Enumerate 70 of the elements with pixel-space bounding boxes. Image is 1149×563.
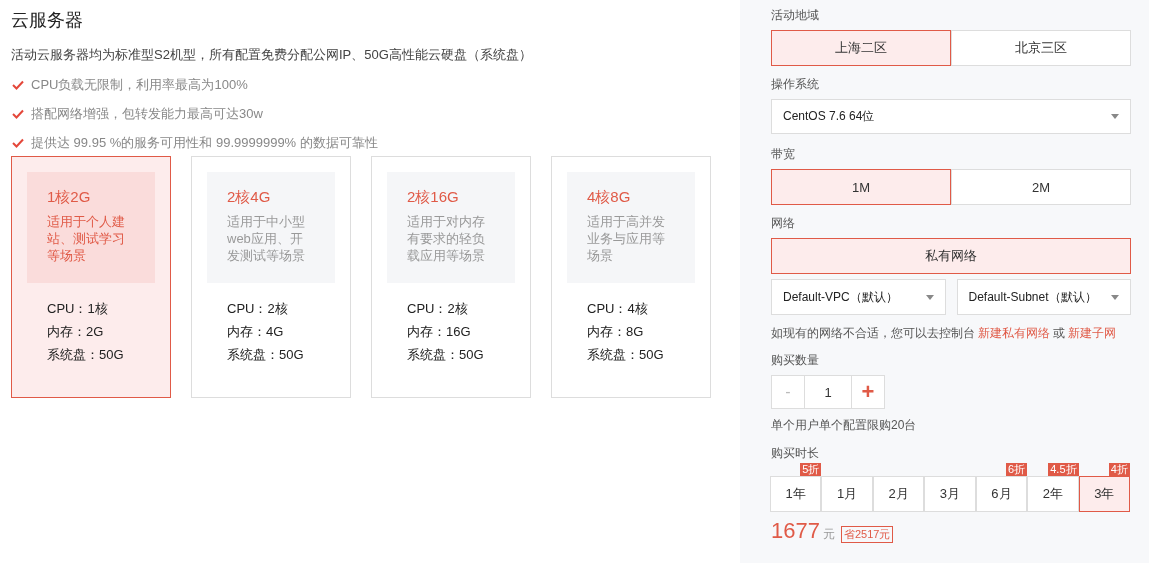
duration-option[interactable]: 1月 <box>821 476 873 512</box>
subnet-select[interactable]: Default-Subnet（默认） <box>956 279 1131 315</box>
duration-option[interactable]: 3年 <box>1078 476 1130 512</box>
plan-name: 1核2G <box>47 188 92 207</box>
field-label: 操作系统 <box>771 76 820 93</box>
plan-spec: CPU：4核 <box>586 300 649 318</box>
plan-spec: 内存：8G <box>586 323 645 341</box>
feature-text: CPU负载无限制，利用率最高为100% <box>31 76 248 94</box>
caret-icon <box>1111 294 1119 300</box>
caret-icon <box>1111 114 1119 119</box>
feature-text: 搭配网络增强，包转发能力最高可达30w <box>31 105 263 123</box>
caret-icon <box>925 294 934 300</box>
duration-option[interactable]: 3月 <box>924 476 976 512</box>
field-label: 网络 <box>771 215 796 232</box>
check-icon <box>12 109 24 119</box>
field-label: 购买数量 <box>771 352 820 369</box>
quantity-field[interactable]: 1 <box>804 375 852 409</box>
price-unit: 元 <box>822 526 835 543</box>
plan-spec: 内存：4G <box>226 323 285 341</box>
plan-card[interactable]: 4核8G 适用于高并发业务与应用等场景 CPU：4核 内存：8G 系统盘：50G <box>551 156 711 398</box>
intro-text: 活动云服务器均为标准型S2机型，所有配置免费分配公网IP、50G高性能云硬盘（系统盘） <box>11 46 533 64</box>
duration-option[interactable]: 2年 <box>1027 476 1079 512</box>
create-vpc-link[interactable]: 新建私有网络 <box>978 324 1050 342</box>
plan-description: 适用于个人建站、测试学习等场景 <box>47 213 126 264</box>
create-subnet-link[interactable]: 新建子网 <box>1068 324 1116 342</box>
plan-spec: 系统盘：50G <box>46 346 125 364</box>
plan-card[interactable]: 2核16G 适用于对内存有要求的轻负载应用等场景 CPU：2核 内存：16G 系统盘：50G <box>371 156 531 398</box>
discount-badge: 4折 <box>1108 463 1130 476</box>
plan-description: 适用于中小型web应用、开发测试等场景 <box>227 213 306 264</box>
plan-spec: 内存：2G <box>46 323 105 341</box>
field-label: 活动地域 <box>771 7 820 24</box>
plan-description: 适用于高并发业务与应用等场景 <box>587 213 666 264</box>
bandwidth-option[interactable]: 2M <box>951 169 1131 205</box>
check-icon <box>12 138 24 148</box>
network-option[interactable]: 私有网络 <box>771 238 1131 274</box>
field-label: 购买时长 <box>771 445 820 462</box>
plan-name: 4核8G <box>587 188 632 207</box>
plan-card[interactable]: 2核4G 适用于中小型web应用、开发测试等场景 CPU：2核 内存：4G 系统盘：50G <box>191 156 351 398</box>
increase-button[interactable]: + <box>851 375 885 409</box>
duration-option[interactable]: 2月 <box>872 476 925 512</box>
plan-spec: CPU：2核 <box>406 300 469 318</box>
hint-text: 如现有的网络不合适，您可以去控制台 <box>771 325 975 342</box>
duration-option[interactable]: 6月 <box>975 476 1028 512</box>
region-option[interactable]: 上海二区 <box>771 30 951 66</box>
plan-spec: CPU：2核 <box>226 300 289 318</box>
feature-text: 提供达 99.95 %的服务可用性和 99.9999999% 的数据可靠性 <box>31 134 378 152</box>
hint-text: 或 <box>1053 325 1065 342</box>
plan-name: 2核16G <box>407 188 460 207</box>
plan-name: 2核4G <box>227 188 272 207</box>
limit-text: 单个用户单个配置限购20台 <box>771 417 918 434</box>
plan-card[interactable]: 1核2G 适用于个人建站、测试学习等场景 CPU：1核 内存：2G 系统盘：50G <box>11 156 171 398</box>
plan-description: 适用于对内存有要求的轻负载应用等场景 <box>407 213 486 264</box>
region-option[interactable]: 北京三区 <box>951 30 1131 66</box>
check-icon <box>12 80 24 90</box>
plan-spec: 内存：16G <box>406 323 472 341</box>
discount-badge: 6折 <box>1006 463 1028 476</box>
duration-option[interactable]: 1年 <box>770 476 822 512</box>
bandwidth-option[interactable]: 1M <box>771 169 951 205</box>
plan-spec: CPU：1核 <box>46 300 109 318</box>
os-select[interactable]: CentOS 7.6 64位 <box>771 99 1131 134</box>
saving-tag: 省2517元 <box>840 526 894 543</box>
discount-badge: 5折 <box>800 463 822 476</box>
discount-badge: 4.5折 <box>1048 463 1079 476</box>
field-label: 带宽 <box>771 146 796 163</box>
plan-spec: 系统盘：50G <box>586 346 665 364</box>
page-title: 云服务器 <box>11 9 84 32</box>
price-amount: 1677 <box>771 518 820 544</box>
plan-spec: 系统盘：50G <box>406 346 485 364</box>
plan-spec: 系统盘：50G <box>226 346 305 364</box>
vpc-select[interactable]: Default-VPC（默认） <box>771 279 946 315</box>
